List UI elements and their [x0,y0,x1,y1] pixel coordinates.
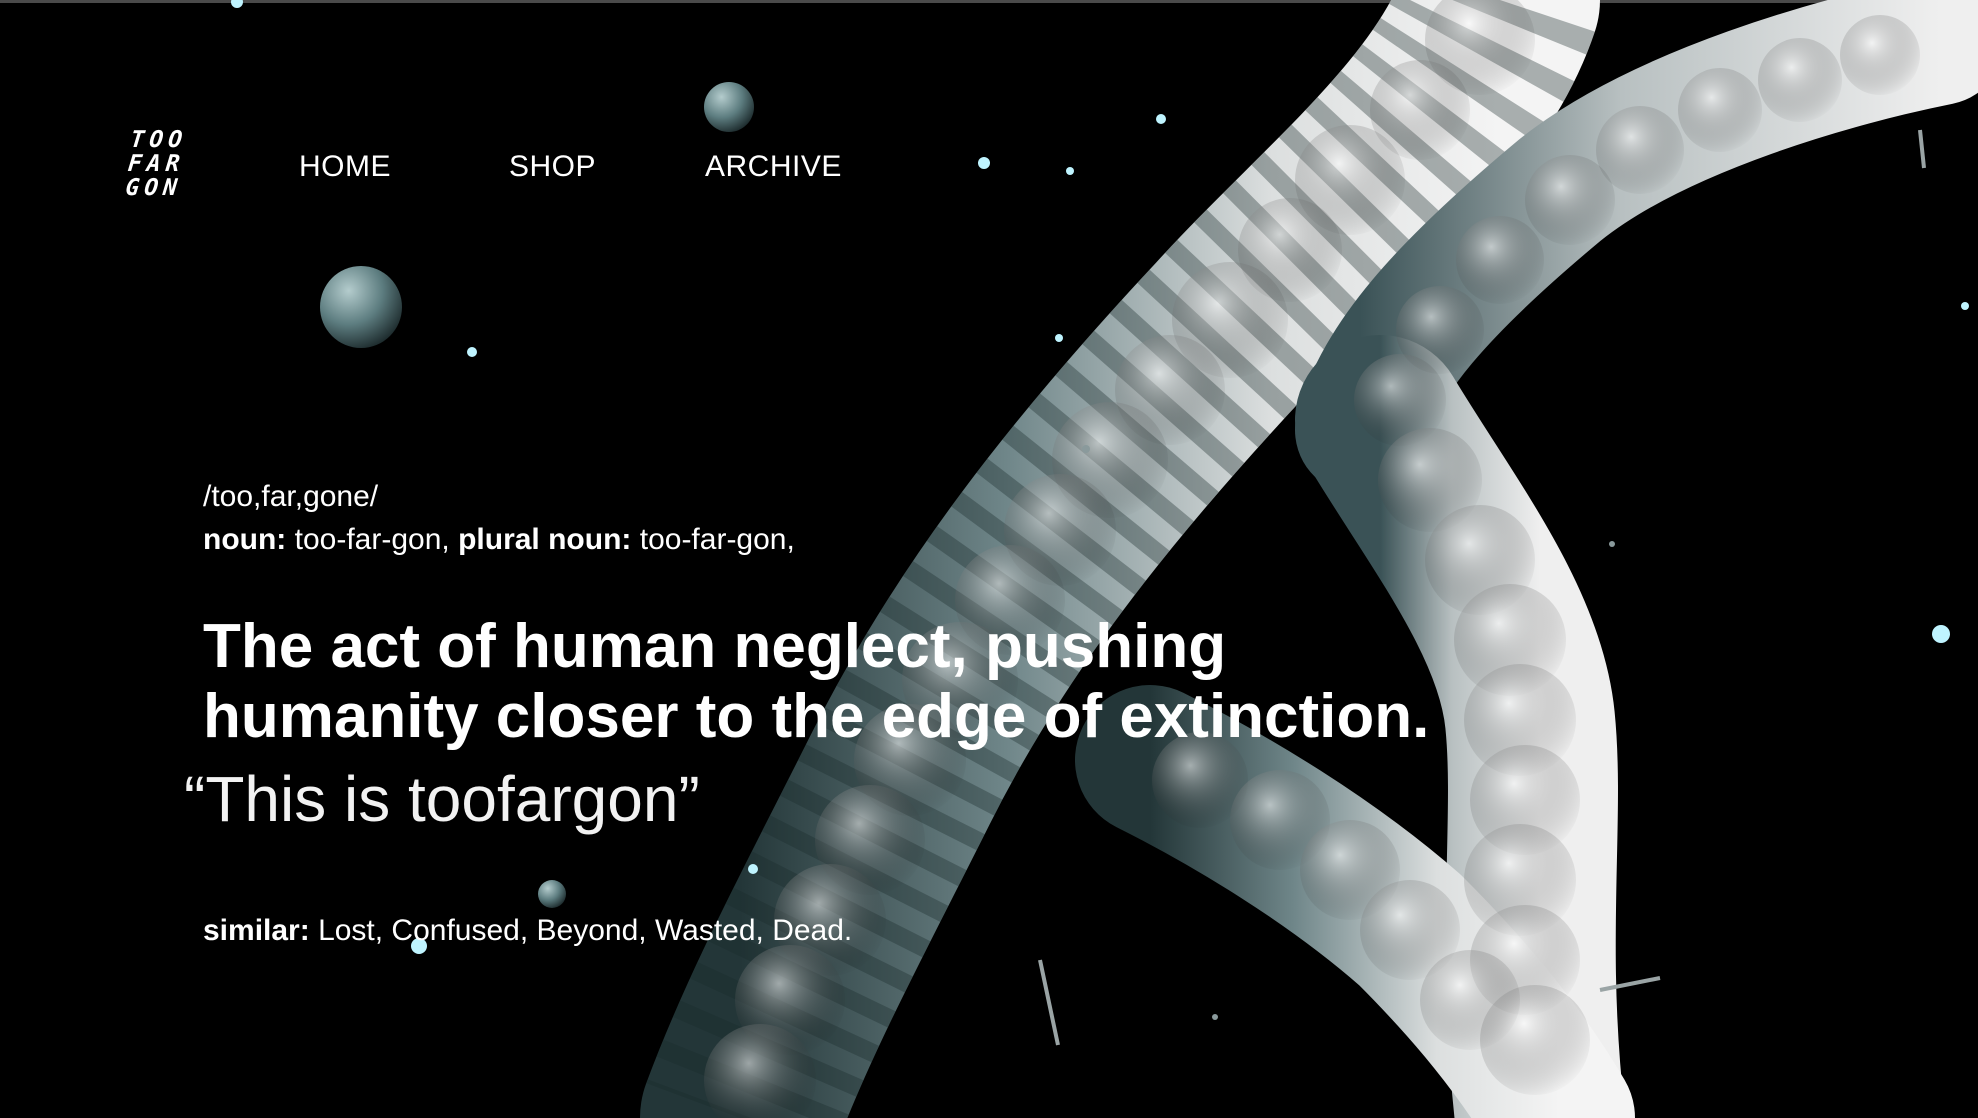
nav-home-link[interactable]: HOME [299,150,391,184]
noun-value: too-far-gon, [294,523,450,556]
pronunciation: /too,far,gone/ [203,480,379,513]
logo-line-3: GON [124,175,184,201]
nav-shop-link[interactable]: SHOP [509,150,596,184]
quote-text: “This is toofargon” [184,763,700,835]
similar-label: similar: [203,914,310,947]
hero-page: TOO FAR GON HOME SHOP ARCHIVE /too,far,g… [0,0,1978,1118]
logo-line-2: FAR [126,151,186,177]
definition-text: The act of human neglect, pushing humani… [203,612,1503,752]
brand-logo[interactable]: TOO FAR GON [124,127,204,201]
noun-line: noun: too-far-gon, plural noun: too-far-… [203,523,795,557]
background-helix-image [231,0,1978,1118]
definition-line-1: The act of human neglect, pushing [203,612,1227,681]
logo-line-1: TOO [129,127,189,153]
definition-line-2: humanity closer to the edge of extinctio… [203,682,1430,751]
plural-noun-label: plural noun: [458,523,632,556]
similar-line: similar: Lost, Confused, Beyond, Wasted,… [203,914,852,948]
nav-archive-link[interactable]: ARCHIVE [705,150,842,184]
noun-label: noun: [203,523,287,556]
plural-noun-value: too-far-gon, [639,523,795,556]
similar-value: Lost, Confused, Beyond, Wasted, Dead. [318,914,853,947]
